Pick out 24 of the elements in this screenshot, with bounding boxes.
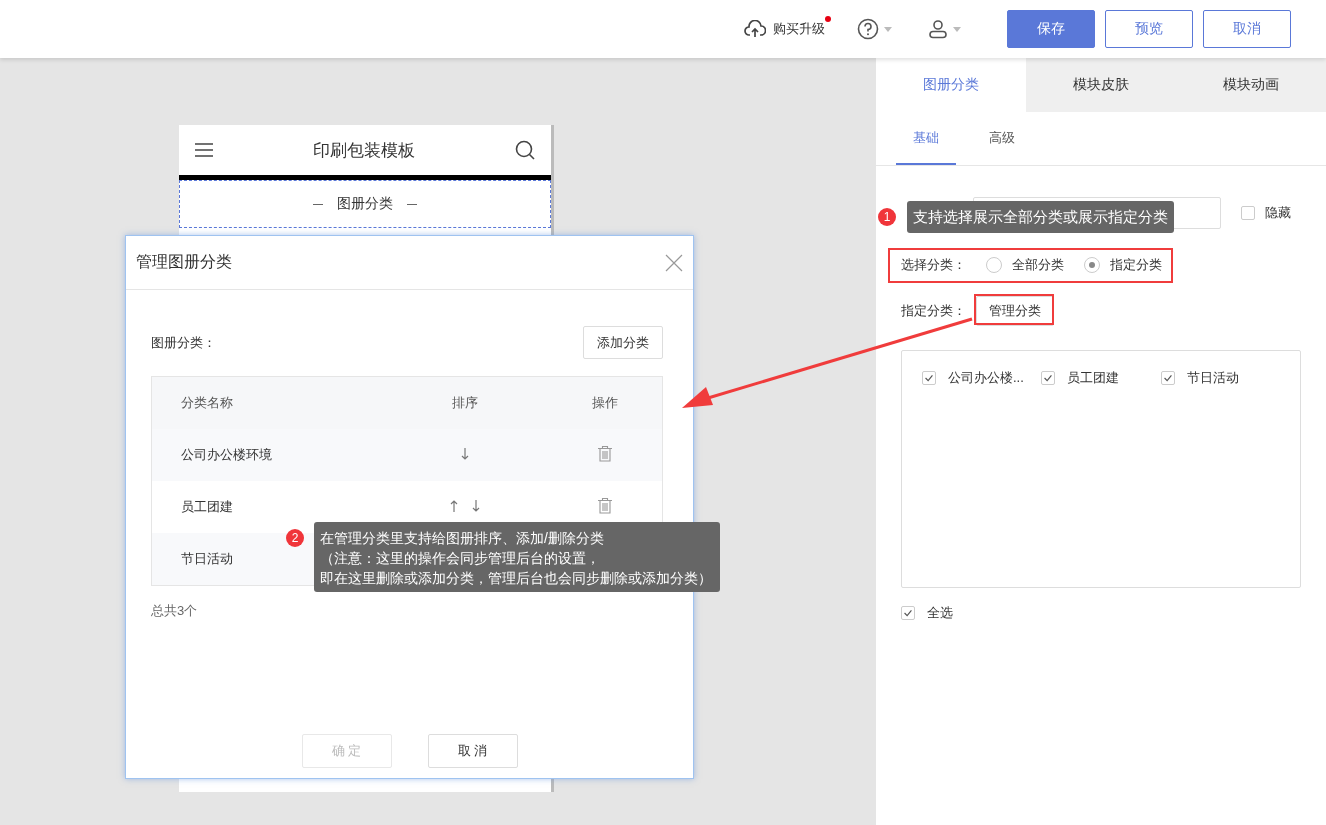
page-title: 印刷包装模板 xyxy=(313,139,415,162)
radio-label: 指定分类 xyxy=(1110,256,1162,274)
form-label: 选择分类： xyxy=(901,256,966,274)
section-title: 图册分类 xyxy=(337,195,393,213)
tooltip-line: 在管理分类里支持给图册排序、添加/删除分类 xyxy=(320,529,605,548)
column-header: 操作 xyxy=(592,394,619,412)
column-header: 排序 xyxy=(452,394,479,412)
radio-label: 全部分类 xyxy=(1012,256,1064,274)
checkbox-label: 全选 xyxy=(927,604,953,622)
category-label: 节日活动 xyxy=(1186,369,1239,387)
total-count: 总共3个 xyxy=(151,602,199,620)
category-label: 员工团建 xyxy=(1067,369,1120,387)
category-name: 员工团建 xyxy=(181,499,233,514)
column-header: 分类名称 xyxy=(181,394,233,412)
category-name: 节日活动 xyxy=(181,551,233,566)
category-name: 公司办公楼环境 xyxy=(181,447,272,462)
form-label: 指定分类： xyxy=(901,302,966,320)
annotation-tooltip: 支持选择展示全部分类或展示指定分类 xyxy=(907,201,1174,233)
category-label: 公司办公楼... xyxy=(948,369,1024,387)
list-label: 图册分类： xyxy=(151,333,216,352)
checkbox-label: 隐藏 xyxy=(1265,204,1291,222)
tooltip-line: （注意：这里的操作会同步管理后台的设置， xyxy=(320,549,601,568)
dialog-title: 管理图册分类 xyxy=(136,252,232,272)
tooltip-line: 即在这里删除或添加分类，管理后台也会同步删除或添加分类） xyxy=(320,569,712,588)
